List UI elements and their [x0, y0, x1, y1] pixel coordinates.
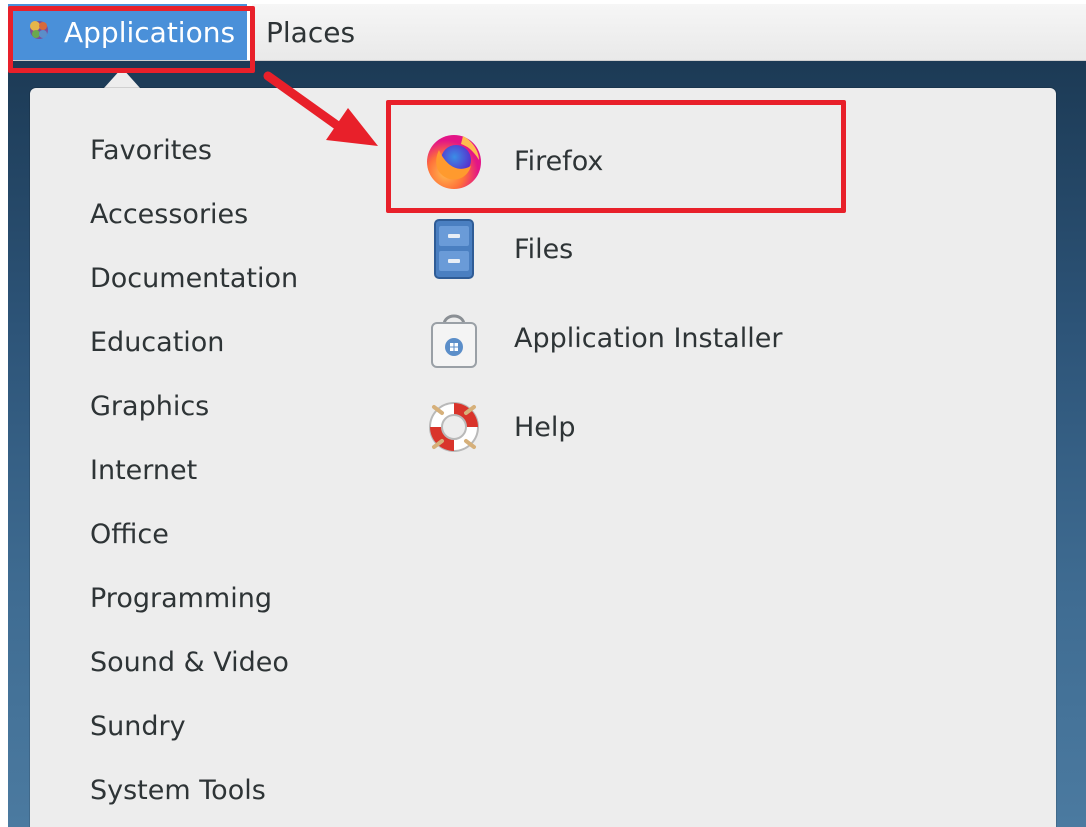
app-firefox-label: Firefox	[514, 145, 604, 177]
category-graphics[interactable]: Graphics	[90, 390, 209, 424]
category-office[interactable]: Office	[90, 518, 169, 552]
menu-separator	[247, 4, 252, 60]
app-help-label: Help	[514, 411, 576, 443]
app-application-installer[interactable]: Application Installer	[422, 303, 782, 373]
category-documentation[interactable]: Documentation	[90, 262, 298, 296]
applications-menu-button[interactable]: Applications	[8, 4, 247, 60]
app-firefox[interactable]: Firefox	[422, 126, 603, 196]
menu-pointer	[104, 68, 140, 88]
category-internet[interactable]: Internet	[90, 454, 197, 488]
category-programming[interactable]: Programming	[90, 582, 272, 616]
lifebuoy-icon	[422, 395, 486, 459]
category-favorites[interactable]: Favorites	[90, 134, 212, 168]
firefox-icon	[422, 129, 486, 193]
gnome-foot-icon	[26, 17, 52, 47]
places-menu-button[interactable]: Places	[254, 4, 367, 60]
applications-label: Applications	[64, 15, 236, 49]
category-accessories[interactable]: Accessories	[90, 198, 248, 232]
app-help[interactable]: Help	[422, 392, 576, 462]
file-cabinet-icon	[422, 217, 486, 281]
applications-menu: Favorites Accessories Documentation Educ…	[30, 88, 1056, 827]
category-sundry[interactable]: Sundry	[90, 710, 186, 744]
shopping-bag-icon	[422, 306, 486, 370]
category-sound-video[interactable]: Sound & Video	[90, 646, 289, 680]
app-files[interactable]: Files	[422, 214, 573, 284]
app-files-label: Files	[514, 233, 574, 265]
category-system-tools[interactable]: System Tools	[90, 774, 266, 808]
category-education[interactable]: Education	[90, 326, 224, 360]
app-application-installer-label: Application Installer	[514, 322, 783, 354]
